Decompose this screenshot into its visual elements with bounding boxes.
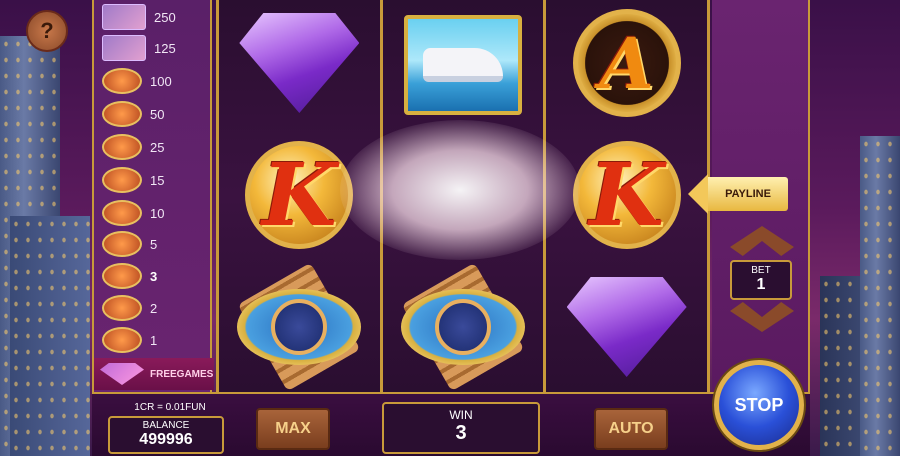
paytable-value: 1 [150, 332, 158, 348]
help-button[interactable]: ? [26, 10, 68, 52]
paytable-row: 15 [102, 165, 212, 195]
paytable-value: 100 [150, 73, 172, 89]
ring-coin-icon [102, 134, 142, 160]
watch-icon [237, 262, 362, 392]
bet-value: 1 [756, 276, 766, 293]
paytable-value: 250 [154, 9, 176, 25]
paytable-row-active: 3 [102, 261, 212, 291]
freegames-diamond-icon [100, 363, 144, 385]
paytable-value: 125 [154, 40, 176, 56]
paytable-panel: 250 125 100 50 25 15 10 5 3 2 1 FREEGAME… [92, 0, 214, 392]
watch-icon [401, 262, 525, 392]
bet-title: BET [751, 265, 771, 276]
paytable-row: 5 [102, 229, 212, 259]
balance-value: 499996 [139, 431, 193, 448]
paytable-row: 25 [102, 132, 212, 162]
a-coin-icon: A [572, 9, 681, 117]
diamond-symbol [562, 268, 692, 386]
arrow-left-icon [688, 174, 708, 214]
j-coin-icon [102, 231, 142, 257]
paytable-value: 25 [150, 139, 165, 155]
a-symbol: A [562, 4, 692, 122]
diamond-coin-icon [102, 101, 142, 127]
paytable-value: 5 [150, 236, 158, 252]
diamond-symbol [234, 4, 364, 122]
q-coin-icon [102, 295, 142, 321]
paytable-value: 50 [150, 106, 165, 122]
purple-diamond-icon [566, 277, 687, 377]
bet-display: BET 1 [730, 260, 792, 300]
credit-rate: 1CR = 0.01FUN [134, 402, 206, 413]
balance-display: BALANCE 499996 [108, 416, 224, 454]
paytable-value: 3 [150, 268, 158, 284]
payline-label: PAYLINE [708, 177, 788, 211]
k-coin-icon: K [572, 141, 681, 249]
yacht-icon [404, 15, 522, 115]
win-value: 3 [455, 422, 467, 444]
yacht-card-icon [102, 4, 146, 30]
building-left [10, 216, 90, 456]
paytable-row: 10 [102, 198, 212, 228]
paytable-value: 10 [150, 205, 165, 221]
paytable-value: 15 [150, 172, 165, 188]
freegames-row: FREEGAMES [94, 358, 214, 390]
watch-coin-icon [102, 68, 142, 94]
win-display: WIN 3 [382, 402, 540, 454]
k-symbol: K [562, 136, 692, 254]
win-sparkle-effect [340, 120, 580, 260]
k-coin-icon: K [245, 141, 354, 249]
paytable-value: 2 [150, 300, 158, 316]
skyscraper-right [860, 136, 900, 456]
stop-button[interactable]: STOP [714, 360, 804, 450]
paytable-row: 1 [102, 325, 212, 355]
yacht-symbol [398, 6, 528, 124]
a-coin-icon [102, 167, 142, 193]
freegames-label: FREEGAMES [150, 368, 214, 380]
k-coin-icon [102, 263, 142, 289]
max-bet-button[interactable]: MAX [256, 408, 330, 450]
purple-diamond-icon [239, 13, 360, 113]
10-coin-icon [102, 327, 142, 353]
paytable-row: 100 [102, 66, 212, 96]
paytable-row: 2 [102, 293, 212, 323]
car-card-icon [102, 35, 146, 61]
balance-title: BALANCE [142, 420, 190, 431]
paytable-row: 125 [102, 33, 212, 63]
autoplay-button[interactable]: AUTO [594, 408, 668, 450]
paytable-row: 50 [102, 99, 212, 129]
win-title: WIN [449, 408, 473, 422]
watch-symbol [398, 262, 528, 392]
payline-indicator: PAYLINE [688, 174, 788, 214]
watch-symbol [234, 262, 364, 392]
paytable-row: 250 [102, 2, 212, 32]
q-coin-icon [102, 200, 142, 226]
